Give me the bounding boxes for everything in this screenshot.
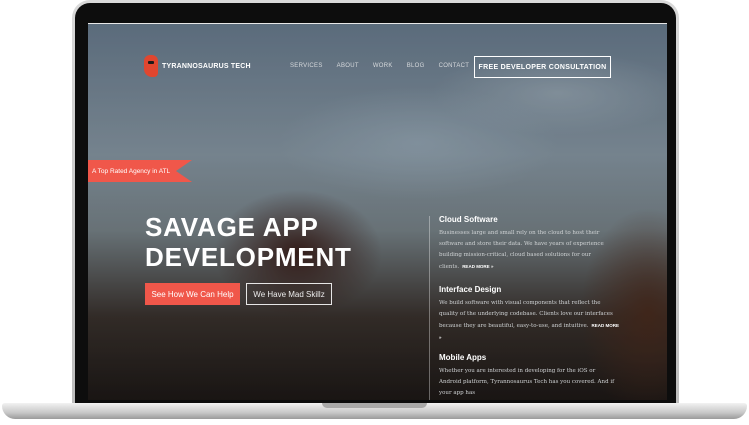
service-title: Interface Design — [439, 285, 502, 294]
hero-title-line-2: DEVELOPMENT — [145, 242, 352, 272]
service-description: We build software with visual components… — [439, 298, 619, 344]
nav-work[interactable]: WORK — [373, 63, 393, 69]
top-rated-ribbon: A Top Rated Agency in ATL — [88, 160, 192, 182]
nav-about[interactable]: ABOUT — [337, 63, 359, 69]
services-divider — [429, 216, 430, 400]
nav-contact[interactable]: CONTACT — [439, 63, 470, 69]
hero-title-line-1: SAVAGE APP — [145, 212, 319, 242]
service-interface-design: Interface Design We build software with … — [439, 285, 619, 344]
read-more-link[interactable]: READ MORE » — [462, 264, 493, 269]
nav-blog[interactable]: BLOG — [407, 63, 425, 69]
site-logo[interactable]: TYRANNOSAURUS TECH — [144, 55, 251, 77]
see-how-we-can-help-button[interactable]: See How We Can Help — [145, 283, 240, 305]
service-title: Mobile Apps — [439, 353, 487, 362]
service-body-text: Whether you are interested in developing… — [439, 368, 615, 396]
dinosaur-logo-icon — [144, 55, 158, 77]
service-description: Whether you are interested in developing… — [439, 366, 619, 399]
laptop-notch — [322, 403, 427, 408]
mad-skillz-button[interactable]: We Have Mad Skillz — [246, 283, 332, 305]
service-body-text: We build software with visual components… — [439, 300, 613, 329]
nav-services[interactable]: SERVICES — [290, 63, 323, 69]
service-title: Cloud Software — [439, 215, 498, 224]
hero-title: SAVAGE APP DEVELOPMENT — [145, 212, 352, 272]
screen-top-line — [88, 23, 667, 24]
service-description: Businesses large and small rely on the c… — [439, 228, 619, 273]
free-consultation-button[interactable]: FREE DEVELOPER CONSULTATION — [474, 56, 611, 78]
main-nav: SERVICES ABOUT WORK BLOG CONTACT — [290, 63, 469, 69]
service-mobile-apps: Mobile Apps Whether you are interested i… — [439, 353, 619, 399]
website-screen: TYRANNOSAURUS TECH SERVICES ABOUT WORK B… — [88, 23, 667, 400]
logo-text: TYRANNOSAURUS TECH — [162, 62, 251, 70]
service-cloud-software: Cloud Software Businesses large and smal… — [439, 215, 619, 273]
